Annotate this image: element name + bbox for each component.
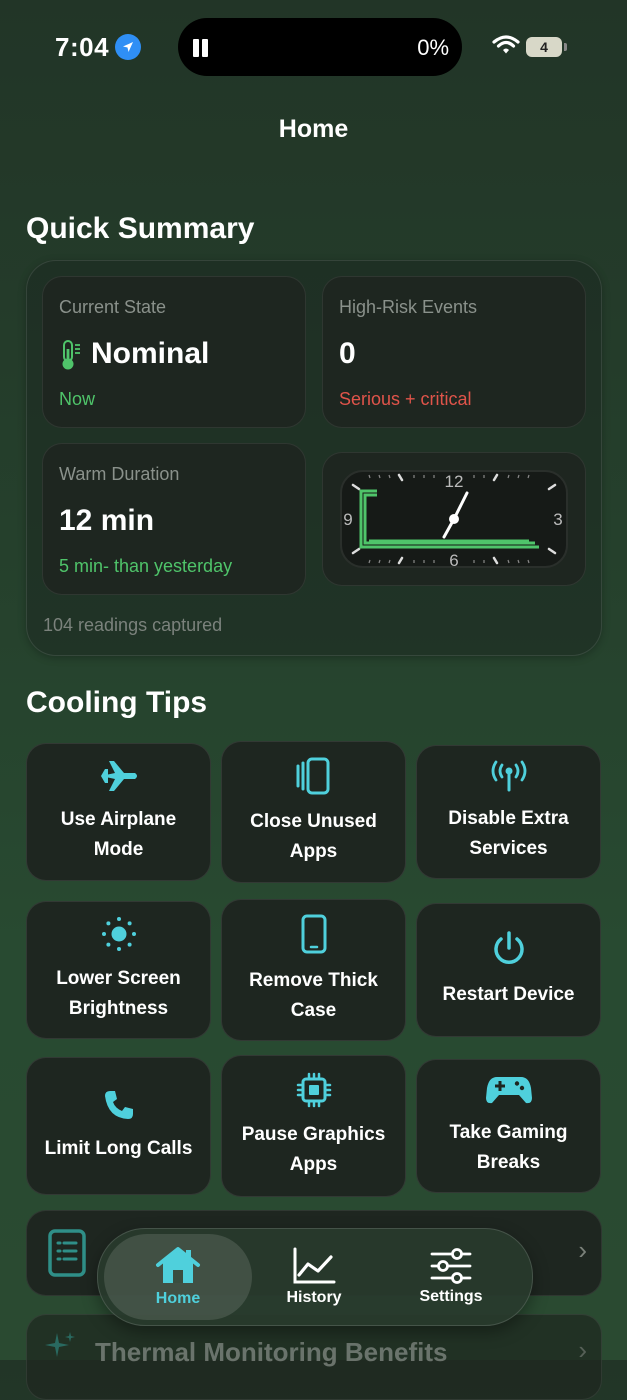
battery-icon: 4 (526, 37, 562, 57)
benefits-row-title: Thermal Monitoring Benefits (95, 1337, 448, 1367)
warm-duration-sub: 5 min- than yesterday (59, 556, 233, 576)
tip-remove-case[interactable]: Remove Thick Case (221, 899, 406, 1041)
warm-duration-value: 12 min (59, 504, 155, 537)
status-time: 7:04 (55, 32, 110, 62)
house-icon (156, 1247, 200, 1283)
tip-close-apps[interactable]: Close Unused Apps (221, 741, 406, 883)
readings-count: 104 readings captured (43, 615, 223, 635)
high-risk-card[interactable]: High-Risk Events 0 Serious + critical (322, 276, 586, 428)
phone-icon (301, 914, 326, 954)
tip-limit-calls[interactable]: Limit Long Calls (26, 1057, 211, 1195)
tab-settings[interactable]: Settings (381, 1229, 521, 1325)
section-title-tips: Cooling Tips (26, 686, 208, 719)
tip-pause-graphics[interactable]: Pause Graphics Apps (221, 1055, 406, 1197)
island-percent: 0% (417, 35, 449, 60)
location-icon (115, 34, 141, 60)
sliders-icon (430, 1248, 472, 1284)
tab-bar: Home History Settings (97, 1228, 533, 1326)
power-icon (493, 931, 524, 964)
tip-label: Lower Screen Brightness (56, 968, 181, 1019)
current-state-value: Nominal (91, 337, 210, 370)
current-state-sub: Now (59, 389, 96, 409)
tip-label: Use Airplane Mode (60, 809, 177, 860)
chart-icon (293, 1247, 336, 1284)
tip-airplane-mode[interactable]: Use Airplane Mode (26, 743, 211, 881)
clock-widget: 12 3 6 9 (340, 470, 568, 569)
clock-numeral-3: 3 (553, 510, 562, 529)
tab-label: History (286, 1289, 342, 1306)
card-label: Warm Duration (59, 464, 180, 484)
gamepad-icon (485, 1077, 532, 1104)
card-label: Current State (59, 297, 167, 317)
tip-label: Disable Extra Services (448, 808, 569, 859)
tip-label: Limit Long Calls (44, 1138, 193, 1159)
chip-icon (296, 1072, 331, 1108)
tip-lower-brightness[interactable]: Lower Screen Brightness (26, 901, 211, 1039)
high-risk-value: 0 (339, 337, 356, 370)
antenna-icon (491, 760, 526, 792)
clock-card[interactable]: 12 3 6 9 (322, 452, 586, 586)
thermometer-icon (59, 339, 83, 376)
notebook-icon (48, 1229, 86, 1277)
tip-restart-device[interactable]: Restart Device (416, 903, 601, 1037)
tip-label: Close Unused Apps (250, 811, 377, 862)
app-stack-icon (296, 757, 329, 795)
tip-label: Take Gaming Breaks (449, 1122, 568, 1173)
chevron-right-icon: › (578, 1335, 587, 1365)
clock-numeral-6: 6 (449, 551, 458, 569)
sparkles-icon (45, 1332, 75, 1357)
airplane-icon (100, 761, 137, 791)
high-risk-sub: Serious + critical (339, 389, 472, 409)
tip-label: Pause Graphics Apps (241, 1124, 386, 1175)
battery-nub (564, 43, 567, 51)
tip-label: Remove Thick Case (249, 970, 378, 1021)
phone-call-icon (104, 1091, 133, 1119)
summary-container: Current State Nominal Now High-Risk Even… (26, 260, 602, 656)
tab-label: Settings (419, 1288, 483, 1305)
tip-disable-services[interactable]: Disable Extra Services (416, 745, 601, 879)
tab-label: Home (155, 1290, 201, 1307)
card-label: High-Risk Events (339, 297, 478, 317)
tip-label: Restart Device (442, 984, 575, 1005)
warm-duration-card[interactable]: Warm Duration 12 min 5 min- than yesterd… (42, 443, 306, 595)
page-title: Home (278, 115, 349, 143)
tab-history[interactable]: History (244, 1229, 384, 1325)
tab-home[interactable]: Home (104, 1234, 252, 1320)
wifi-icon (492, 34, 520, 61)
sun-icon (101, 917, 136, 951)
clock-numeral-12: 12 (445, 472, 464, 491)
clock-numeral-9: 9 (343, 510, 352, 529)
benefits-row-card[interactable]: Thermal Monitoring Benefits › (26, 1314, 602, 1400)
chevron-right-icon: › (578, 1235, 587, 1265)
current-state-card[interactable]: Current State Nominal Now (42, 276, 306, 428)
section-title-summary: Quick Summary (26, 212, 255, 245)
tip-gaming-breaks[interactable]: Take Gaming Breaks (416, 1059, 601, 1193)
